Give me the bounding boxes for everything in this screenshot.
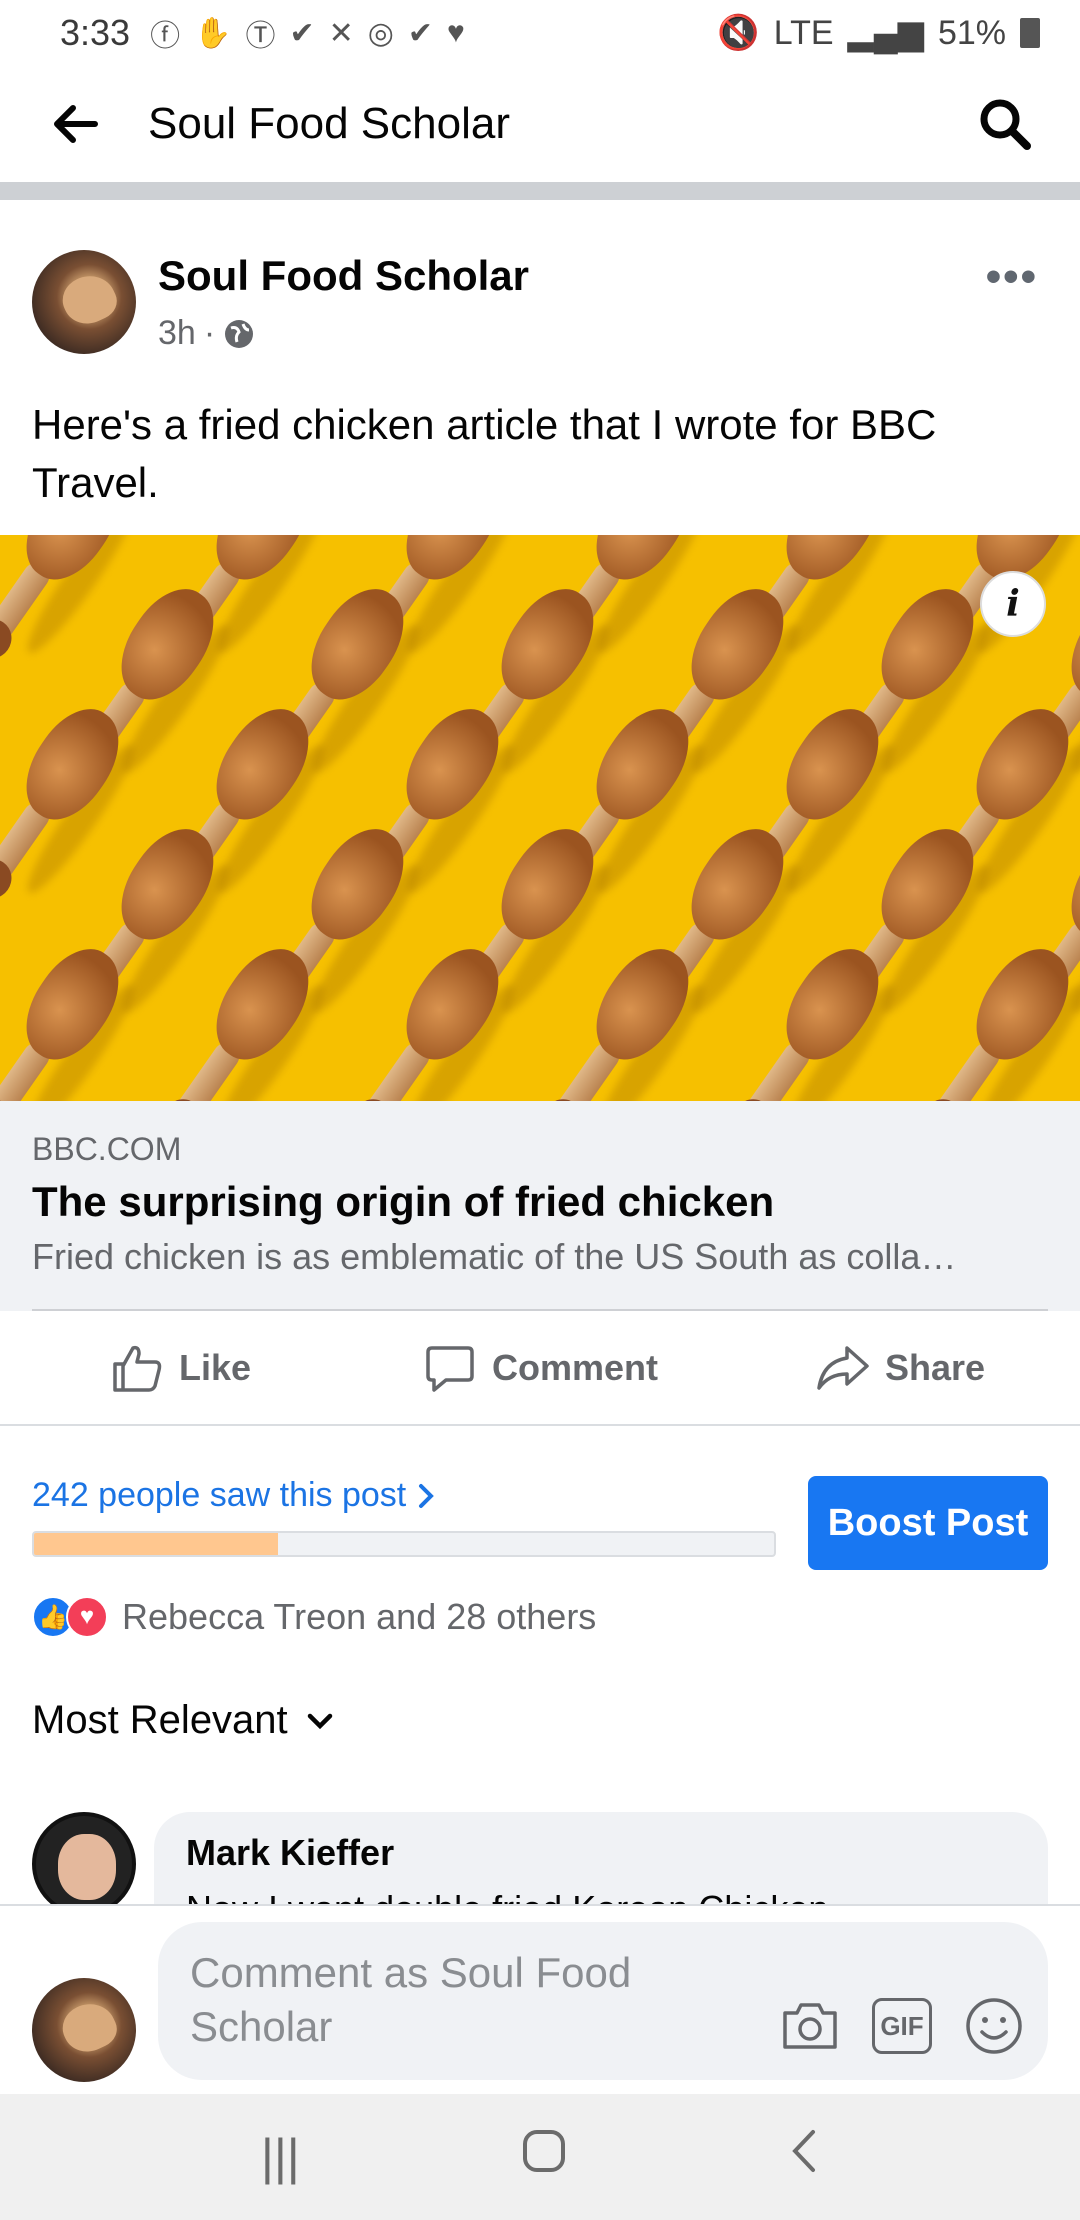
commenter-avatar[interactable]: [32, 1812, 136, 1916]
link-description: Fried chicken is as emblematic of the US…: [32, 1236, 957, 1277]
check-icon: ✔: [289, 16, 315, 50]
camera-icon[interactable]: [778, 1994, 842, 2058]
info-button[interactable]: i: [980, 571, 1046, 637]
reach-link[interactable]: 242 people saw this post: [32, 1476, 436, 1515]
notification-icons: ⓕ ✋ Ⓣ ✔ ✕ ◎ ✔ ♥: [150, 11, 465, 55]
more-options-button[interactable]: •••: [986, 252, 1038, 302]
thumbs-up-icon: [113, 1345, 162, 1392]
reach-progress-fill: [34, 1533, 279, 1555]
like-label: Like: [178, 1346, 252, 1388]
like-button[interactable]: Like: [0, 1311, 360, 1424]
reach-text: 242 people saw this post: [32, 1476, 407, 1514]
drumstick-graphic: [0, 693, 145, 907]
status-right: 🔇 LTE ▂▄▆ 51%: [717, 13, 1040, 53]
back-nav-button[interactable]: [789, 2128, 819, 2186]
avatar[interactable]: [32, 250, 136, 354]
chevron-down-icon: [307, 1713, 332, 1729]
status-time: 3:33: [60, 12, 131, 53]
gif-icon[interactable]: GIF: [872, 1998, 932, 2054]
comment-author[interactable]: Mark Kieffer: [186, 1832, 1016, 1874]
comment-icon: [426, 1345, 474, 1392]
post-time[interactable]: 3h: [158, 314, 196, 353]
reach-progress-bar: [32, 1531, 776, 1557]
news-icon: Ⓣ: [245, 20, 276, 53]
header-title: Soul Food Scholar: [148, 99, 510, 148]
link-image[interactable]: i: [0, 535, 1080, 1101]
emoji-icon[interactable]: [962, 1994, 1026, 2058]
drumstick-graphic: [0, 535, 145, 667]
back-button[interactable]: [38, 87, 112, 161]
status-bar: 3:33 ⓕ ✋ Ⓣ ✔ ✕ ◎ ✔ ♥ 🔇 LTE ▂▄▆ 51%: [0, 0, 1080, 66]
check-icon: ✔: [407, 16, 434, 50]
battery-label: 51%: [937, 13, 1006, 52]
share-button[interactable]: Share: [720, 1311, 1080, 1424]
boost-post-button[interactable]: Boost Post: [808, 1476, 1048, 1570]
share-label: Share: [884, 1346, 986, 1388]
facebook-icon: ⓕ: [150, 20, 181, 53]
signal-icon: ▂▄▆: [847, 14, 924, 52]
system-nav-bar: |||: [0, 2094, 1080, 2220]
share-icon: [817, 1345, 869, 1390]
composer-avatar: [32, 1978, 136, 2082]
home-button[interactable]: [521, 2128, 567, 2186]
love-reaction-icon: ♥: [66, 1596, 108, 1638]
search-icon: [980, 99, 1031, 150]
comment-input[interactable]: Comment as Soul Food Scholar GIF: [158, 1922, 1048, 2080]
sort-label: Most Relevant: [32, 1698, 288, 1742]
comment-label: Comment: [491, 1346, 658, 1388]
post-meta: 3h ·: [158, 314, 255, 353]
comment-placeholder: Comment as Soul Food Scholar: [190, 1949, 632, 2050]
link-preview[interactable]: BBC.COM The surprising origin of fried c…: [0, 1101, 1080, 1311]
post-text: Here's a fried chicken article that I wr…: [32, 401, 937, 506]
chevron-right-icon: [419, 1483, 435, 1508]
post-actions: Like Comment Share: [0, 1311, 1080, 1426]
link-domain: BBC.COM: [32, 1131, 182, 1167]
search-button[interactable]: [968, 87, 1042, 161]
comment-button[interactable]: Comment: [360, 1311, 720, 1424]
mute-icon: 🔇: [717, 14, 760, 52]
globe-icon: [225, 319, 254, 348]
post-author[interactable]: Soul Food Scholar: [158, 252, 529, 300]
hand-icon: ✋: [194, 16, 232, 50]
heart-icon: ♥: [447, 16, 465, 49]
app-header: Soul Food Scholar: [0, 66, 1080, 200]
app-icon: ✕: [328, 16, 354, 50]
recent-apps-button[interactable]: |||: [261, 2128, 300, 2186]
reactions-text: Rebecca Treon and 28 others: [122, 1596, 597, 1637]
link-title: The surprising origin of fried chicken: [32, 1178, 775, 1225]
comment-composer: Comment as Soul Food Scholar GIF: [0, 1904, 1080, 2094]
composer-icons: GIF: [778, 1994, 1026, 2058]
arrow-left-icon: [54, 105, 98, 143]
network-label: LTE: [773, 13, 834, 52]
post-header: Soul Food Scholar 3h · •••: [0, 218, 1080, 368]
comment-sort-dropdown[interactable]: Most Relevant: [32, 1698, 334, 1743]
app-icon: ◎: [367, 16, 394, 50]
reactions-summary[interactable]: 👍 ♥ Rebecca Treon and 28 others: [32, 1596, 596, 1638]
battery-icon: [1020, 18, 1040, 48]
